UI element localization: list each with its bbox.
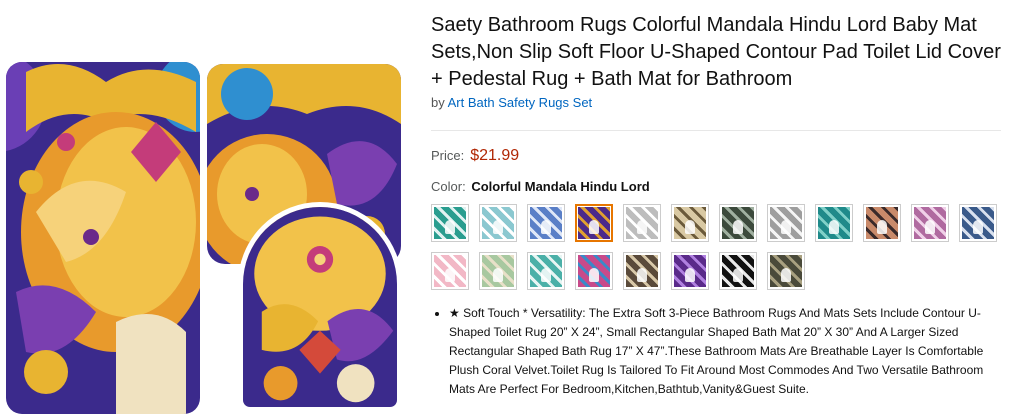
color-swatch[interactable] <box>863 204 901 242</box>
price-row: Price: $21.99 <box>431 147 519 165</box>
color-swatch[interactable] <box>671 204 709 242</box>
color-selected-value: Colorful Mandala Hindu Lord <box>471 179 650 194</box>
swatch-thumbnail <box>770 207 802 239</box>
color-swatch[interactable] <box>431 204 469 242</box>
color-swatch[interactable] <box>719 204 757 242</box>
contour-rug-image <box>238 202 402 412</box>
color-swatch[interactable] <box>815 204 853 242</box>
swatch-thumbnail <box>482 255 514 287</box>
swatch-thumbnail <box>722 207 754 239</box>
color-swatch[interactable] <box>767 252 805 290</box>
price-value: $21.99 <box>470 147 520 164</box>
color-swatch[interactable] <box>479 204 517 242</box>
color-swatch[interactable] <box>767 204 805 242</box>
swatch-thumbnail <box>962 207 994 239</box>
byline: by Art Bath Safety Rugs Set <box>431 95 592 110</box>
swatch-thumbnail <box>530 255 562 287</box>
swatch-thumbnail <box>434 207 466 239</box>
color-swatch[interactable] <box>623 252 661 290</box>
color-swatch[interactable] <box>959 204 997 242</box>
swatch-thumbnail <box>578 255 610 287</box>
swatch-thumbnail <box>578 207 610 239</box>
color-swatch[interactable] <box>431 252 469 290</box>
byline-prefix: by <box>431 95 445 110</box>
swatch-thumbnail <box>626 255 658 287</box>
color-swatch[interactable] <box>575 252 613 290</box>
swatch-thumbnail <box>530 207 562 239</box>
swatch-thumbnail <box>914 207 946 239</box>
swatch-thumbnail <box>722 255 754 287</box>
swatch-thumbnail <box>770 255 802 287</box>
color-swatch[interactable] <box>671 252 709 290</box>
color-swatch[interactable] <box>911 204 949 242</box>
swatch-thumbnail <box>434 255 466 287</box>
color-row: Color: Colorful Mandala Hindu Lord <box>431 179 650 194</box>
price-label: Price: <box>431 148 465 163</box>
swatch-thumbnail <box>626 207 658 239</box>
color-swatch[interactable] <box>527 204 565 242</box>
product-title: Saety Bathroom Rugs Colorful Mandala Hin… <box>431 14 1001 90</box>
swatch-thumbnail <box>674 207 706 239</box>
color-label: Color: <box>431 179 466 194</box>
bath-mat-image <box>6 62 200 414</box>
swatch-thumbnail <box>674 255 706 287</box>
color-swatch[interactable] <box>575 204 613 242</box>
brand-link[interactable]: Art Bath Safety Rugs Set <box>448 95 593 110</box>
color-swatch[interactable] <box>719 252 757 290</box>
divider <box>431 130 1001 131</box>
product-image[interactable] <box>4 56 404 416</box>
swatch-thumbnail <box>818 207 850 239</box>
swatch-thumbnail <box>866 207 898 239</box>
color-swatch[interactable] <box>623 204 661 242</box>
color-swatch[interactable] <box>527 252 565 290</box>
feature-bullets: ★ Soft Touch * Versatility: The Extra So… <box>445 304 1003 399</box>
feature-bullet: ★ Soft Touch * Versatility: The Extra So… <box>449 304 1003 399</box>
color-swatch[interactable] <box>479 252 517 290</box>
swatch-thumbnail <box>482 207 514 239</box>
